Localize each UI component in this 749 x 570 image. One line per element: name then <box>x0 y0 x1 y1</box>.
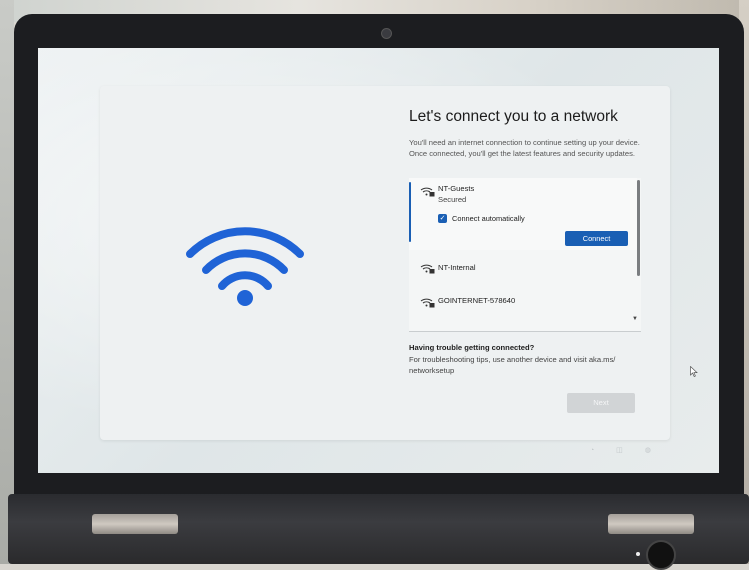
webcam <box>381 28 392 39</box>
network-name: NT-Guests <box>438 184 475 193</box>
network-item-nt-guests[interactable]: NT-Guests Secured ✓ Connect automaticall… <box>409 178 637 250</box>
connect-button[interactable]: Connect <box>565 231 628 246</box>
list-scrollbar[interactable] <box>637 180 640 276</box>
wifi-icon <box>186 227 304 306</box>
connect-automatically-label: Connect automatically <box>452 214 525 223</box>
background-left <box>0 0 14 564</box>
hinge-right <box>608 514 694 534</box>
network-name: GOINTERNET-578640 <box>438 296 516 305</box>
wifi-secured-icon <box>420 298 435 308</box>
laptop-screen: Let's connect you to a network You'll ne… <box>38 48 719 473</box>
network-name: NT-Internal <box>438 263 476 272</box>
status-led <box>636 552 640 556</box>
network-status: Secured <box>438 195 467 204</box>
chevron-down-icon[interactable]: ▼ <box>632 316 638 322</box>
hinge-left <box>92 514 178 534</box>
network-pane: Let's connect you to a network You'll ne… <box>409 86 661 440</box>
network-item-gointernet[interactable]: GOINTERNET-578640 <box>409 287 637 315</box>
mouse-cursor-icon <box>690 366 698 377</box>
network-list[interactable]: NT-Guests Secured ✓ Connect automaticall… <box>409 178 641 332</box>
connect-automatically-checkbox[interactable]: ✓ <box>438 214 447 223</box>
trouble-text: For troubleshooting tips, use another de… <box>409 355 616 375</box>
page-title: Let's connect you to a network <box>409 108 618 125</box>
wifi-secured-icon <box>420 187 435 197</box>
power-button[interactable] <box>646 540 676 570</box>
trouble-heading: Having trouble getting connected? <box>409 343 535 352</box>
wifi-secured-icon <box>420 264 435 274</box>
setup-card: Let's connect you to a network You'll ne… <box>100 86 670 440</box>
page-description: You'll need an internet connection to co… <box>409 138 640 158</box>
network-item-nt-internal[interactable]: NT-Internal <box>409 254 637 282</box>
selection-indicator <box>409 182 411 242</box>
next-button[interactable]: Next <box>567 393 635 413</box>
system-tray-icons[interactable]: ◔ ◫ ◍ <box>590 446 661 454</box>
